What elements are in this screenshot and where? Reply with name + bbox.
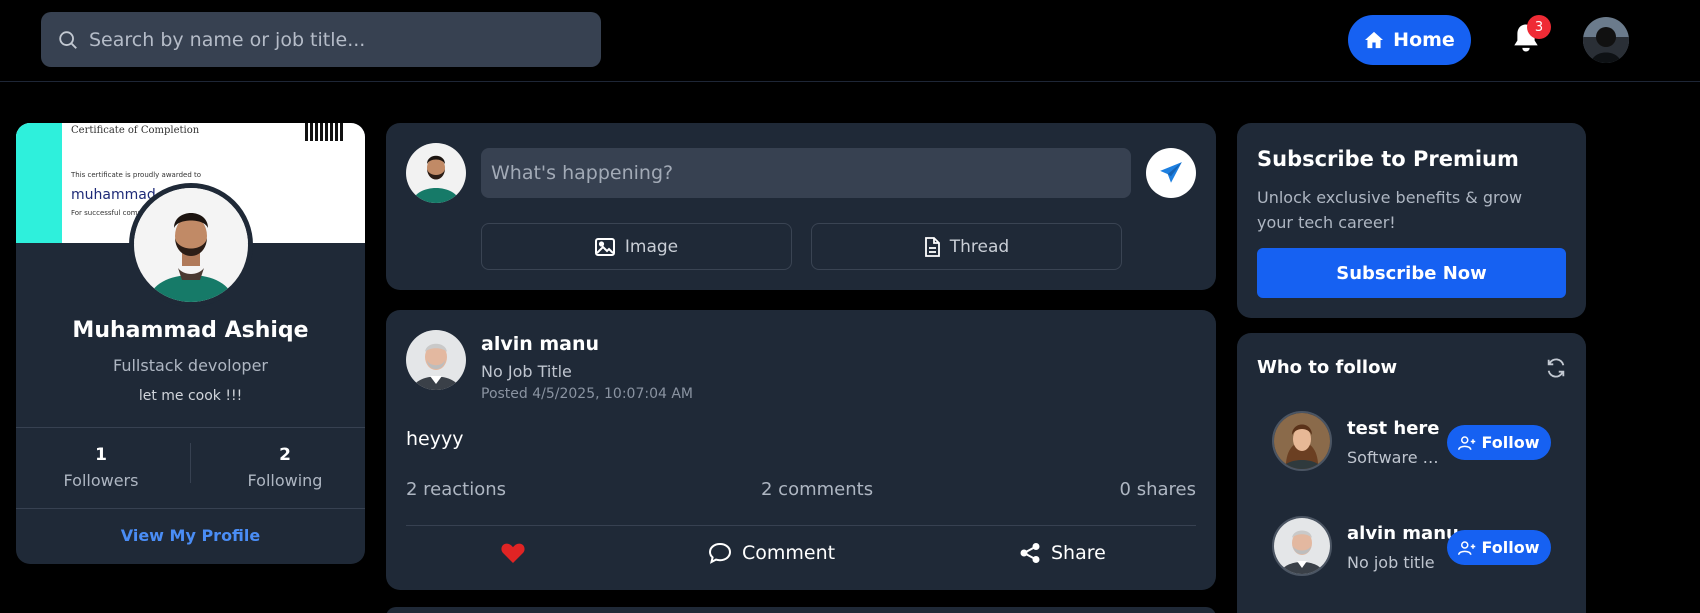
suggestion-subtitle: No job title	[1347, 553, 1435, 572]
refresh-icon[interactable]	[1545, 357, 1567, 379]
share-button[interactable]: Share	[1019, 542, 1106, 564]
post-author-job-title: No Job Title	[481, 362, 572, 381]
suggestion-avatar[interactable]	[1272, 411, 1332, 471]
share-icon	[1020, 543, 1040, 563]
certificate-sub: For successful compl	[71, 209, 144, 217]
following-count: 2	[279, 445, 291, 465]
search-icon	[59, 30, 77, 49]
follow-suggestion: alvin manu No job title Follow	[1272, 516, 1572, 578]
comments-count[interactable]: 2 comments	[761, 479, 873, 500]
subscribe-now-button[interactable]: Subscribe Now	[1257, 248, 1566, 298]
send-button[interactable]	[1146, 148, 1196, 198]
divider	[16, 508, 365, 509]
profile-avatar[interactable]	[129, 183, 253, 307]
premium-card: Subscribe to Premium Unlock exclusive be…	[1237, 123, 1586, 318]
search-input[interactable]	[89, 28, 569, 51]
profile-card: Certificate of Completion This certifica…	[16, 123, 365, 564]
certificate-title: Certificate of Completion	[71, 125, 200, 136]
followers-stat[interactable]: 1 Followers	[21, 445, 181, 490]
qr-code	[305, 123, 345, 141]
followers-count: 1	[95, 445, 107, 465]
home-icon	[1365, 31, 1384, 49]
search-bar[interactable]	[41, 12, 601, 67]
profile-name: Muhammad Ashiqe	[72, 318, 309, 343]
who-to-follow-title: Who to follow	[1257, 357, 1398, 378]
suggestion-subtitle: Software Engineer	[1347, 448, 1439, 467]
who-to-follow-card: Who to follow test here Software Enginee…	[1237, 333, 1586, 613]
image-label: Image	[624, 236, 679, 257]
follow-button[interactable]: Follow	[1447, 425, 1551, 460]
like-button[interactable]	[500, 542, 526, 564]
comment-label: Comment	[742, 542, 836, 564]
post-composer: Image Thread	[386, 123, 1216, 290]
follow-suggestion: test here Software Engineer Follow	[1272, 411, 1572, 473]
document-icon	[924, 236, 940, 257]
send-icon	[1160, 162, 1182, 183]
home-label: Home	[1393, 29, 1455, 51]
post-author-name[interactable]: alvin manu	[481, 333, 599, 355]
reactions-count[interactable]: 2 reactions	[406, 479, 506, 500]
suggestion-avatar[interactable]	[1272, 516, 1332, 576]
certificate-line: This certificate is proudly awarded to	[71, 171, 202, 179]
user-avatar[interactable]	[1583, 17, 1629, 63]
image-icon	[594, 237, 615, 256]
suggestion-name[interactable]: alvin manu	[1347, 523, 1459, 544]
following-stat[interactable]: 2 Following	[205, 445, 365, 490]
notification-badge: 3	[1527, 15, 1551, 39]
post-timestamp: Posted 4/5/2025, 10:07:04 AM	[481, 386, 694, 402]
home-button[interactable]: Home	[1348, 15, 1471, 65]
following-label: Following	[247, 471, 323, 490]
followers-label: Followers	[63, 471, 139, 490]
follow-button[interactable]: Follow	[1447, 530, 1551, 565]
thread-label: Thread	[949, 236, 1010, 257]
shares-count: 0 shares	[1119, 479, 1196, 500]
cover-stripe	[16, 123, 62, 243]
suggestion-name[interactable]: test here	[1347, 418, 1440, 439]
comment-icon	[708, 542, 732, 564]
view-profile-link[interactable]: View My Profile	[16, 526, 365, 545]
divider	[16, 427, 365, 428]
whats-happening-input[interactable]	[481, 148, 1131, 198]
next-post-card	[386, 607, 1216, 613]
divider	[406, 525, 1196, 526]
premium-description: Unlock exclusive benefits & grow your te…	[1257, 188, 1523, 232]
certificate-name: muhammad	[71, 187, 156, 203]
profile-role: Fullstack devoloper	[113, 356, 268, 375]
comment-button[interactable]: Comment	[708, 542, 835, 564]
image-button[interactable]: Image	[481, 223, 792, 270]
thread-button[interactable]: Thread	[811, 223, 1122, 270]
post-content: heyyy	[406, 428, 464, 450]
post-author-avatar[interactable]	[406, 330, 466, 390]
add-user-icon	[1458, 540, 1476, 555]
follow-label: Follow	[1481, 538, 1540, 557]
follow-label: Follow	[1481, 433, 1540, 452]
add-user-icon	[1458, 435, 1476, 450]
share-label: Share	[1051, 542, 1106, 564]
top-header: Home 3	[0, 0, 1700, 82]
post-card: alvin manu No Job Title Posted 4/5/2025,…	[386, 310, 1216, 590]
premium-title: Subscribe to Premium	[1257, 147, 1519, 171]
composer-avatar	[406, 143, 466, 203]
heart-icon	[501, 543, 525, 563]
stat-divider	[190, 443, 191, 483]
profile-bio: let me cook !!!	[138, 388, 243, 404]
